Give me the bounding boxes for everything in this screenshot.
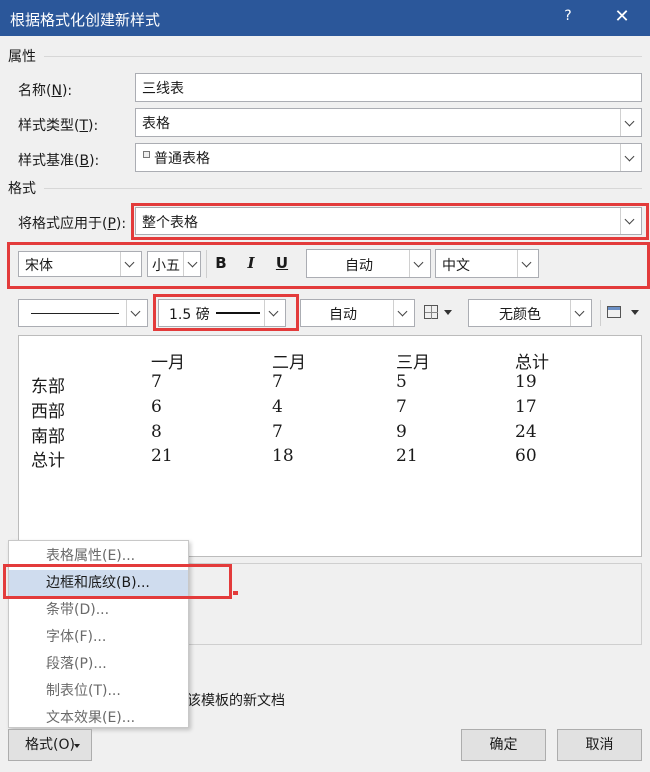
properties-divider [44, 56, 642, 57]
chevron-down-icon[interactable] [126, 300, 147, 326]
menu-item-font[interactable]: 字体(F)... [9, 624, 188, 651]
preview-header: 三月 [396, 353, 430, 373]
style-type-label: 样式类型(T): [18, 118, 99, 134]
cancel-button[interactable]: 取消 [557, 729, 642, 761]
preview-cell: 5 [396, 372, 407, 392]
menu-item-paragraph[interactable]: 段落(P)... [9, 651, 188, 678]
font-toolbar-highlight [7, 242, 650, 289]
preview-cell: 6 [151, 397, 162, 417]
preview-cell: 4 [272, 397, 283, 417]
menu-item-text-effects[interactable]: 文本效果(E)... [9, 705, 188, 732]
alignment-dropdown-arrow-icon[interactable] [631, 310, 639, 315]
menu-item-banding[interactable]: 条带(D)... [9, 597, 188, 624]
thin-line-sample [31, 313, 119, 314]
preview-cell: 7 [272, 422, 283, 442]
preview-cell: 东部 [31, 377, 65, 397]
format-menu-button[interactable]: 格式(O) [8, 729, 92, 761]
style-base-dropdown[interactable]: 普通表格 [135, 143, 642, 172]
style-type-dropdown[interactable]: 表格 [135, 108, 642, 137]
chevron-down-icon[interactable] [393, 300, 414, 326]
border-color-dropdown[interactable]: 自动 [300, 299, 415, 327]
borders-dropdown-arrow-icon[interactable] [444, 310, 452, 315]
highlight-marker [233, 591, 238, 595]
toolbar-divider [600, 300, 601, 326]
preview-cell: 8 [151, 422, 162, 442]
table-preview: 一月 二月 三月 总计 东部 7 7 5 19 西部 6 4 7 17 南部 8… [18, 335, 642, 557]
preview-cell: 21 [151, 446, 173, 466]
format-divider [44, 188, 642, 189]
close-icon[interactable]: ✕ [608, 6, 636, 27]
menu-item-highlight [3, 564, 232, 599]
preview-cell: 南部 [31, 427, 65, 447]
preview-header: 一月 [151, 353, 185, 373]
menu-caret-icon [74, 744, 80, 748]
preview-cell: 17 [515, 397, 537, 417]
chevron-down-icon[interactable] [620, 109, 641, 136]
preview-cell: 7 [396, 397, 407, 417]
template-option-label[interactable]: 该模板的新文档 [187, 690, 285, 710]
chevron-down-icon[interactable] [570, 300, 591, 326]
name-label: 名称(N): [18, 83, 73, 99]
title-bar: 根据格式化创建新样式 ? ✕ [0, 0, 650, 36]
ok-button[interactable]: 确定 [461, 729, 546, 761]
border-style-dropdown[interactable] [18, 299, 148, 327]
apply-to-highlight [131, 203, 649, 240]
preview-cell: 24 [515, 422, 537, 442]
preview-header: 二月 [272, 353, 306, 373]
preview-cell: 9 [396, 422, 407, 442]
preview-cell: 7 [272, 372, 283, 392]
preview-header: 总计 [515, 353, 549, 373]
preview-cell: 7 [151, 372, 162, 392]
properties-section-title: 属性 [8, 49, 36, 65]
preview-cell: 18 [272, 446, 294, 466]
help-icon[interactable]: ? [558, 8, 578, 24]
dialog-title: 根据格式化创建新样式 [10, 11, 161, 29]
preview-cell: 西部 [31, 402, 65, 422]
borders-grid-icon[interactable] [424, 305, 438, 319]
cell-alignment-icon[interactable] [607, 306, 621, 318]
preview-cell: 总计 [31, 451, 65, 471]
border-weight-highlight [153, 294, 299, 331]
chevron-down-icon[interactable] [620, 144, 641, 171]
style-base-label: 样式基准(B): [18, 153, 100, 169]
preview-cell: 19 [515, 372, 537, 392]
apply-to-label: 将格式应用于(P): [18, 216, 127, 232]
format-section-title: 格式 [8, 181, 36, 197]
shading-dropdown[interactable]: 无颜色 [468, 299, 592, 327]
preview-cell: 21 [396, 446, 418, 466]
preview-cell: 60 [515, 446, 537, 466]
table-style-icon [143, 151, 150, 158]
name-input[interactable]: 三线表 [135, 73, 642, 102]
menu-item-tabs[interactable]: 制表位(T)... [9, 678, 188, 705]
